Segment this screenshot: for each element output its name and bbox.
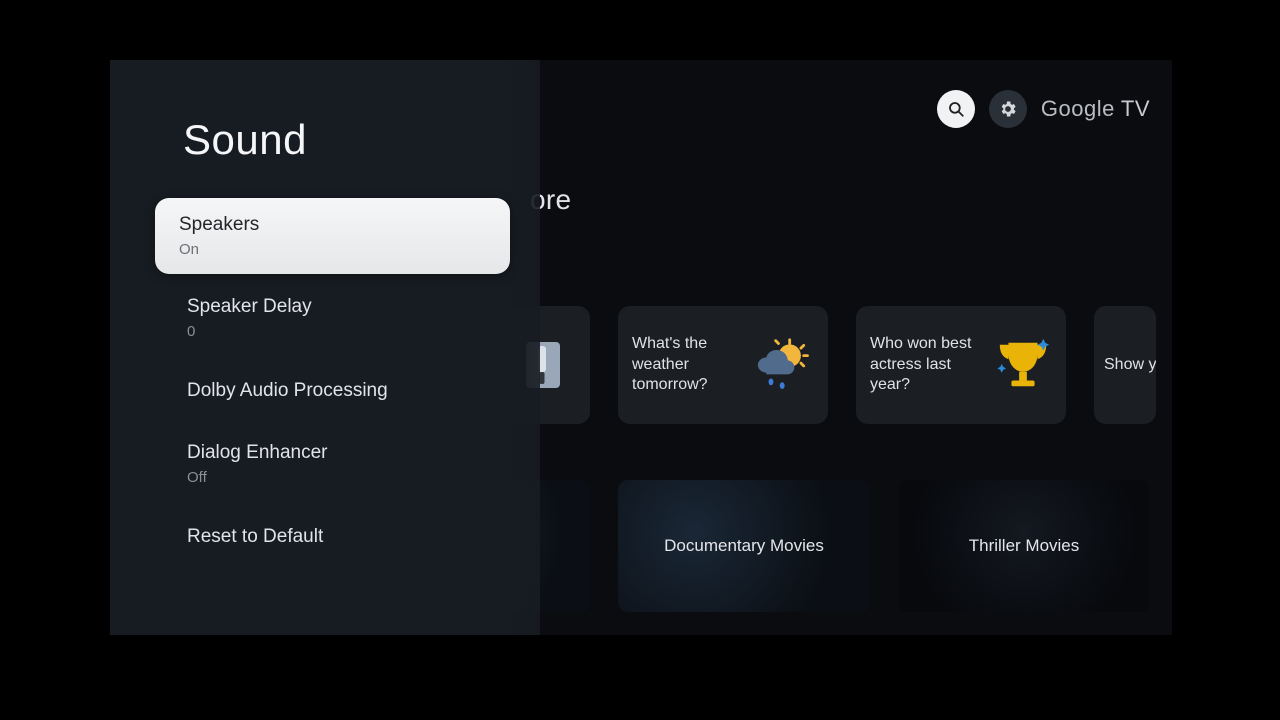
gear-icon bbox=[998, 99, 1018, 119]
settings-panel: Sound Speakers On Speaker Delay 0 Dolby … bbox=[110, 60, 540, 635]
panel-title: Sound bbox=[183, 116, 510, 164]
category-label: Documentary Movies bbox=[664, 536, 824, 556]
menu-item-label: Reset to Default bbox=[187, 526, 488, 549]
menu-item-dolby[interactable]: Dolby Audio Processing bbox=[165, 362, 510, 421]
assistant-card-text: What's the weather tomorrow? bbox=[632, 334, 742, 396]
assistant-card[interactable]: Show yoga bbox=[1094, 306, 1156, 424]
brand-text-google: Google bbox=[1041, 96, 1115, 122]
menu-item-label: Speakers bbox=[179, 214, 486, 237]
menu-item-speaker-delay[interactable]: Speaker Delay 0 bbox=[165, 282, 510, 354]
menu-item-dialog-enhancer[interactable]: Dialog Enhancer Off bbox=[165, 428, 510, 500]
settings-menu: Speakers On Speaker Delay 0 Dolby Audio … bbox=[155, 198, 510, 567]
menu-item-value: On bbox=[179, 241, 486, 258]
menu-item-label: Dialog Enhancer bbox=[187, 442, 488, 465]
menu-item-reset[interactable]: Reset to Default bbox=[165, 508, 510, 567]
settings-button[interactable] bbox=[989, 90, 1027, 128]
trophy-icon bbox=[994, 336, 1052, 394]
menu-item-value: 0 bbox=[187, 323, 488, 340]
search-icon bbox=[947, 100, 965, 118]
top-bar: Google TV bbox=[937, 90, 1150, 128]
category-label: Thriller Movies bbox=[969, 536, 1080, 556]
search-button[interactable] bbox=[937, 90, 975, 128]
brand-text-tv: TV bbox=[1121, 96, 1150, 122]
category-card-documentary[interactable]: Documentary Movies bbox=[618, 480, 870, 612]
weather-icon bbox=[756, 336, 814, 394]
assistant-card-text: Who won best actress last year? bbox=[870, 334, 980, 396]
assistant-card-weather[interactable]: What's the weather tomorrow? bbox=[618, 306, 828, 424]
assistant-card-trophy[interactable]: Who won best actress last year? bbox=[856, 306, 1066, 424]
menu-item-value: Off bbox=[187, 469, 488, 486]
category-card-thriller[interactable]: Thriller Movies bbox=[898, 480, 1150, 612]
brand-logo: Google TV bbox=[1041, 96, 1150, 122]
menu-item-label: Dolby Audio Processing bbox=[187, 380, 488, 403]
assistant-card-text: Show yoga bbox=[1104, 355, 1154, 376]
menu-item-speakers[interactable]: Speakers On bbox=[155, 198, 510, 274]
menu-item-label: Speaker Delay bbox=[187, 296, 488, 319]
